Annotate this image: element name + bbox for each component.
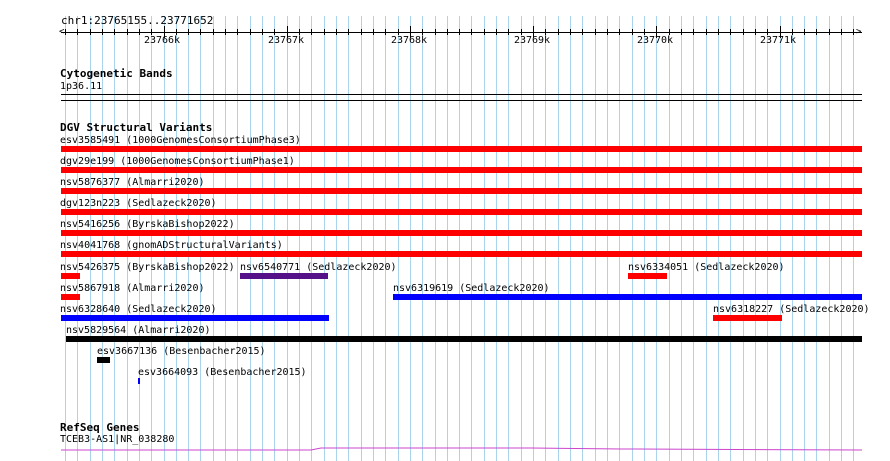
variant-bar[interactable] [61,294,80,300]
variant-bar[interactable] [66,336,862,342]
variant-bar[interactable] [61,146,862,152]
ruler-tick-label: 23769k [513,35,551,46]
location-label: chr1:23765155..23771652 [61,14,214,27]
variant-label: nsv6540771 (Sedlazeck2020) [240,262,397,273]
variant-label: dgv123n223 (Sedlazeck2020) [60,198,217,209]
variant-bar[interactable] [97,357,110,363]
variant-bar[interactable] [61,251,862,257]
ruler-tick-label: 23766k [143,35,181,46]
variant-bar[interactable] [713,315,782,321]
track-title-refseq[interactable]: RefSeq Genes [60,421,139,434]
variant-bar[interactable] [61,230,862,236]
cytoband-band[interactable] [61,94,862,95]
cytoband-label: 1p36.11 [60,81,103,92]
track-divider [61,100,862,101]
variant-label: esv3664093 (Besenbacher2015) [138,367,307,378]
variant-label: dgv29e199 (1000GenomesConsortiumPhase1) [60,156,295,167]
variant-label: nsv5867918 (Almarri2020) [60,283,205,294]
variant-label: nsv5876377 (Almarri2020) [60,177,205,188]
variant-label: nsv5426375 (ByrskaBishop2022) [60,262,235,273]
track-title-dgv[interactable]: DGV Structural Variants [60,121,212,134]
variant-bar[interactable] [138,378,140,384]
variant-label: nsv6319619 (Sedlazeck2020) [393,283,550,294]
variant-bar[interactable] [61,315,329,321]
variant-bar[interactable] [61,273,80,279]
ruler-axis[interactable] [61,32,862,33]
ruler-tick-label: 23768k [390,35,428,46]
variant-label: nsv6328640 (Sedlazeck2020) [60,304,217,315]
variant-bar[interactable] [393,294,862,300]
scroll-right-arrow-icon[interactable]: > [856,28,861,37]
ruler-tick-label: 23771k [759,35,797,46]
variant-label: nsv5829564 (Almarri2020) [66,325,211,336]
variant-label: esv3585491 (1000GenomesConsortiumPhase3) [60,135,301,146]
variant-bar[interactable] [628,273,667,279]
variant-label: nsv6318227 (Sedlazeck2020) [713,304,870,315]
variant-label: nsv6334051 (Sedlazeck2020) [628,262,785,273]
variant-bar[interactable] [61,209,862,215]
gene-label: TCEB3-AS1|NR_038280 [60,434,175,445]
variant-label: nsv5416256 (ByrskaBishop2022) [60,219,235,230]
variant-label: esv3667136 (Besenbacher2015) [97,346,266,357]
gene-model[interactable] [61,445,862,453]
variant-bar[interactable] [61,167,862,173]
variant-bar[interactable] [61,188,862,194]
ruler-tick-label: 23767k [267,35,305,46]
ruler-tick-label: 23770k [636,35,674,46]
track-title-cytobands[interactable]: Cytogenetic Bands [60,67,173,80]
variant-label: nsv4041768 (gnomADStructuralVariants) [60,240,283,251]
variant-bar[interactable] [240,273,328,279]
